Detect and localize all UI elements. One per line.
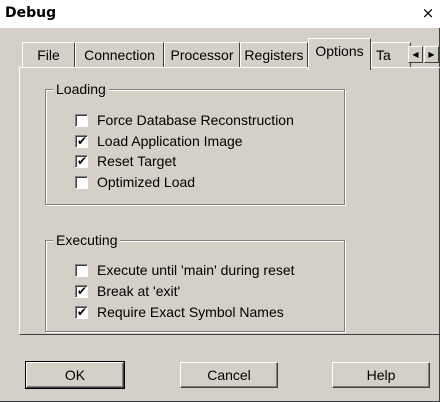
checkbox-label: Execute until 'main' during reset xyxy=(97,262,295,278)
title-bar: Debug × xyxy=(0,0,440,28)
checkbox-label: Load Application Image xyxy=(97,133,243,149)
checkbox-box[interactable]: ✔ xyxy=(75,305,88,319)
checkbox-box[interactable]: ✔ xyxy=(75,284,88,298)
checkbox-box[interactable] xyxy=(75,114,88,127)
checkbox-box[interactable]: ✔ xyxy=(75,134,88,148)
close-icon[interactable]: × xyxy=(420,5,436,21)
ok-button[interactable]: OK xyxy=(25,361,125,389)
checkbox-box[interactable]: ✔ xyxy=(75,154,88,168)
checkbox-label: Break at 'exit' xyxy=(97,283,181,299)
tab-processor[interactable]: Processor xyxy=(164,42,240,67)
scroll-left-icon[interactable]: ◀ xyxy=(408,46,423,63)
cancel-button[interactable]: Cancel xyxy=(180,362,278,388)
tab-ta[interactable]: Ta xyxy=(371,42,411,67)
checkbox-label: Require Exact Symbol Names xyxy=(97,304,284,320)
checkmark-icon: ✔ xyxy=(77,284,88,298)
checkmark-icon: ✔ xyxy=(77,154,88,168)
checkmark-icon: ✔ xyxy=(77,305,88,319)
tab-connection[interactable]: Connection xyxy=(75,42,164,67)
checkbox-label: Optimized Load xyxy=(97,174,196,190)
checkbox-label: Force Database Reconstruction xyxy=(97,112,294,128)
checkmark-icon: ✔ xyxy=(77,134,88,148)
window-title: Debug xyxy=(5,5,57,21)
checkbox-label: Reset Target xyxy=(97,153,177,169)
tab-scroll-arrows: ◀ ▶ xyxy=(408,46,440,64)
tab-options[interactable]: Options xyxy=(308,38,371,70)
debug-dialog: Debug × File Connection Processor Regist… xyxy=(0,0,440,402)
loading-group-label: Loading xyxy=(53,81,109,97)
tab-registers[interactable]: Registers xyxy=(240,42,308,67)
help-button[interactable]: Help xyxy=(332,362,430,388)
executing-group-label: Executing xyxy=(53,232,121,248)
checkbox-box[interactable] xyxy=(75,264,88,277)
scroll-right-icon[interactable]: ▶ xyxy=(424,46,439,63)
checkbox-box[interactable] xyxy=(75,176,88,189)
tab-file[interactable]: File xyxy=(22,42,75,67)
